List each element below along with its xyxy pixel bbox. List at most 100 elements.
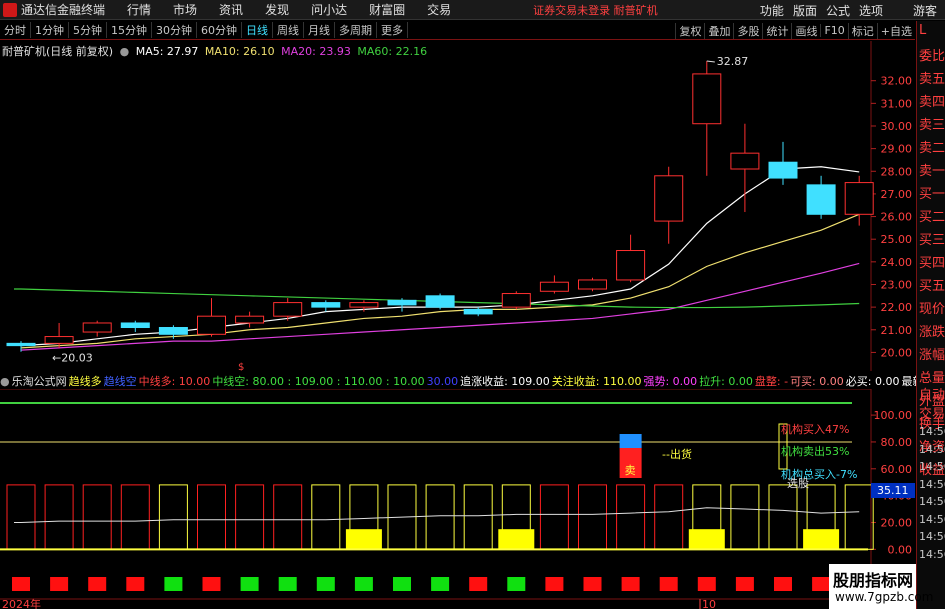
period-tab-intraday[interactable]: 分时 [0,22,31,38]
signal-square [621,577,640,591]
candle-body[interactable] [654,175,684,222]
menu-news[interactable]: 资讯 [219,1,243,18]
indicator-bar [120,484,150,550]
candle-body[interactable] [349,302,379,308]
candle-body[interactable] [730,152,760,170]
candle-body[interactable] [539,281,569,292]
menu-market-quotes[interactable]: 行情 [127,1,151,18]
menu-formula[interactable]: 公式 [826,2,850,19]
period-tab-5min[interactable]: 5分钟 [69,22,107,38]
candle-body[interactable] [463,308,493,315]
menu-trade[interactable]: 交易 [427,1,451,18]
indicator-chart[interactable]: 0.0020.0040.0060.0080.00100.00卖--出货机构买入4… [0,389,915,609]
price-axis-label: 28.00 [881,165,913,178]
watermark: 股朋指标网 www.7gpzb.com [829,564,933,609]
candle-body[interactable] [768,161,798,179]
candle-body[interactable] [425,295,455,308]
menu-market[interactable]: 市场 [173,1,197,18]
quote-panel-item: 涨跌 [919,325,945,340]
quote-panel-item: 卖四 [919,95,945,110]
candle-body[interactable] [387,299,417,306]
indicator-bar [273,484,303,550]
candle-body[interactable] [120,322,150,329]
ma-line-ma5 [20,166,860,347]
guest-user[interactable]: 游客 [913,2,937,19]
menu-ask[interactable]: 问小达 [311,1,347,18]
candle-body[interactable] [197,315,226,335]
period-tab-15min[interactable]: 15分钟 [107,22,152,38]
price-axis-label: 20.00 [881,346,913,359]
signal-square [507,577,526,591]
period-tab-more[interactable]: 更多 [377,22,408,38]
quote-panel-item: 14:56 [919,460,945,473]
candle-body[interactable] [501,293,531,308]
toolbar-f10-button[interactable]: F10 [820,24,847,37]
indicator-bar [82,484,112,550]
price-axis-label: 32.00 [881,75,913,88]
menu-options[interactable]: 选项 [859,2,883,19]
signal-square [50,577,69,591]
quote-panel-toggle[interactable]: L [919,23,926,38]
candlestick-chart[interactable]: 20.00 21.00 22.00 23.00 24.00 25.00 26.00 27.00… [0,41,915,371]
period-tab-30min[interactable]: 30分钟 [152,22,197,38]
indicator-settings-icon[interactable]: ● [0,375,10,388]
candle-body[interactable] [273,302,303,317]
candle-body[interactable] [6,342,36,347]
signal-square [431,577,450,591]
menu-layout[interactable]: 版面 [793,2,817,19]
indicator-bar [578,484,607,550]
toolbar-overlay-button[interactable]: 叠加 [704,22,733,39]
candle-body[interactable] [158,327,188,335]
quote-panel-item: 14:56 [919,442,945,456]
indicator-bar-fill [498,529,535,550]
candle-body[interactable] [311,302,341,308]
period-tab-multi[interactable]: 多周期 [335,22,377,38]
candle-body[interactable] [235,315,265,324]
candle-body[interactable] [44,336,74,344]
candle-body[interactable] [806,184,836,215]
menu-function[interactable]: 功能 [760,2,784,19]
candle-body[interactable] [578,279,607,290]
indicator-value: 盘整: - [754,375,789,388]
settings-icon[interactable]: ● [120,45,130,58]
high-price-pointer [706,60,715,63]
period-tab-1min[interactable]: 1分钟 [31,22,69,38]
sell-label: 卖 [625,464,636,477]
menu-bar: 通达信金融终端 行情 市场 资讯 发现 问小达 财富圈 交易 证券交易未登录 耐… [0,0,945,20]
toolbar-draw-button[interactable]: 画线 [791,22,820,39]
stock-title: 耐普矿机(日线 前复权) [2,45,114,58]
indicator-axis-label: 60.00 [881,463,913,476]
indicator-bar [425,484,455,550]
period-tab-60min[interactable]: 60分钟 [197,22,242,38]
signal-square [545,577,564,591]
menu-wealth-circle[interactable]: 财富圈 [369,1,405,18]
sell-block-blue [619,434,642,448]
indicator-bar [768,484,798,550]
ma20-label: MA20: 23.93 [281,45,351,58]
toolbar-multi-stock-button[interactable]: 多股 [733,22,762,39]
toolbar-mark-button[interactable]: 标记 [847,22,877,39]
price-axis-label: 24.00 [881,256,913,269]
candle-body[interactable] [692,73,722,125]
quote-panel-item: 买二 [919,210,945,225]
high-price-annotation: 32.87 [717,55,749,68]
period-tab-weekly[interactable]: 周线 [273,22,304,38]
period-tab-monthly[interactable]: 月线 [304,22,335,38]
month-label: 10 [702,598,716,609]
signal-square [659,577,678,591]
candle-body[interactable] [616,250,646,281]
price-axis-label: 30.00 [881,120,913,133]
indicator-value: 30.00 [426,374,459,388]
menu-discover[interactable]: 发现 [265,1,289,18]
indicator-value: 中线空: 80.00 : 109.00 : 110.00 : 10.00 [212,375,425,388]
candle-body[interactable] [844,182,874,215]
app-title: 通达信金融终端 [21,3,106,17]
candle-body[interactable] [82,322,112,333]
toolbar-adjust-button[interactable]: 复权 [675,22,704,39]
toolbar-stats-button[interactable]: 统计 [762,22,791,39]
price-axis-label: 27.00 [881,188,913,201]
indicator-name[interactable]: 乐淘公式网 [12,373,67,389]
period-tab-daily[interactable]: 日线 [242,22,273,38]
toolbar-add-watchlist-button[interactable]: +自选 [876,22,915,39]
quote-panel-item: 14:56 [919,547,945,561]
